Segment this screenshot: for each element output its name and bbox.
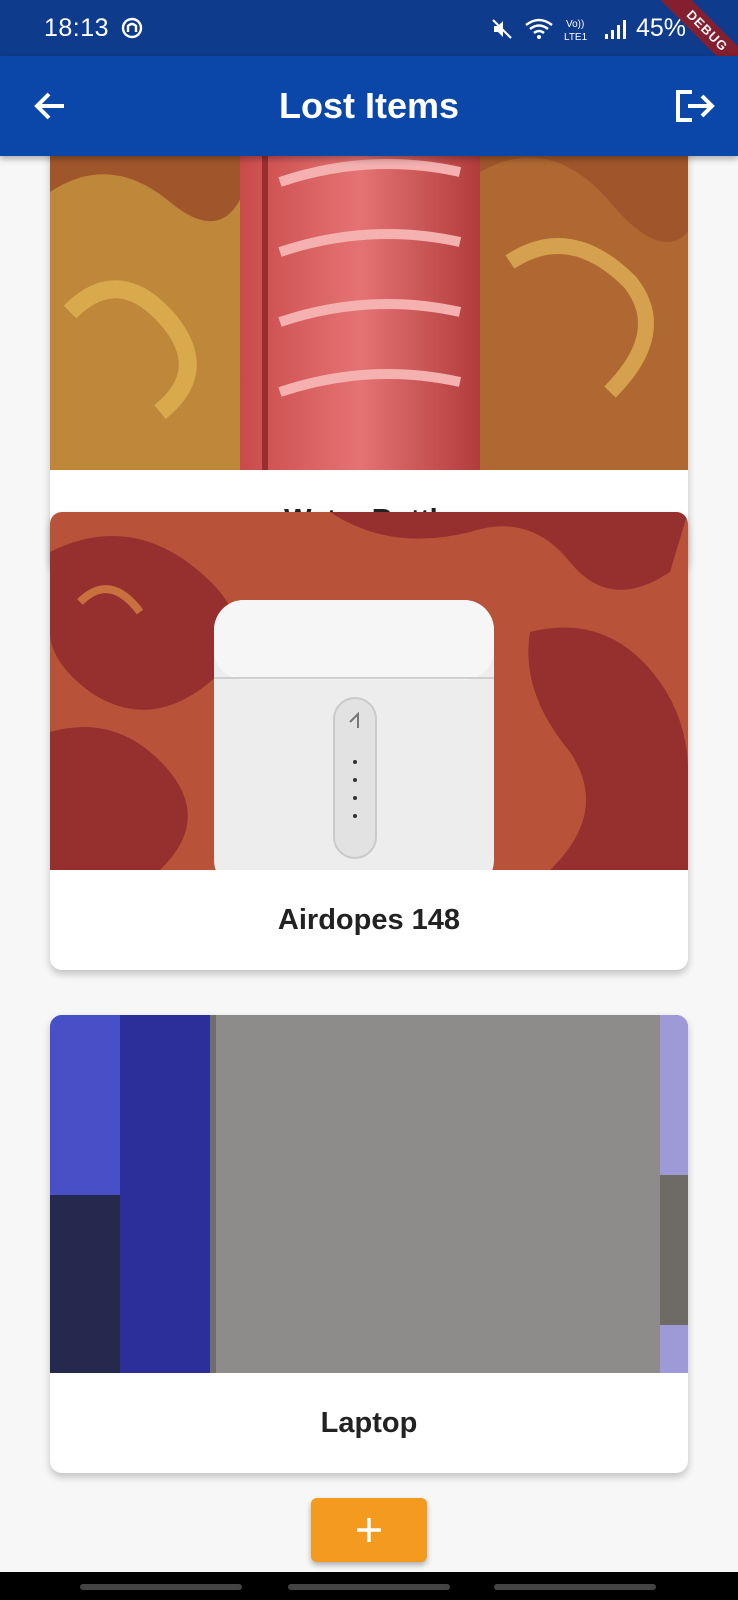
status-time: 18:13 [44,13,110,42]
svg-text:LTE1: LTE1 [564,32,588,42]
app-bar: Lost Items [0,56,738,156]
svg-text:Vo)): Vo)) [566,19,584,30]
status-bar: 18:13 Vo)) LTE1 45% DEBUG [0,0,738,92]
logout-button[interactable] [672,86,716,126]
item-card[interactable]: Laptop [50,1015,688,1473]
nav-recents-button[interactable] [80,1584,242,1590]
lost-items-list[interactable]: Water Bottle Airdopes 148 [0,156,738,1486]
item-image [50,1015,688,1373]
item-title: Laptop [320,1407,418,1439]
volte-icon: Vo)) LTE1 [564,19,588,42]
nav-home-button[interactable] [288,1584,450,1590]
status-icons: Vo)) LTE1 45% [490,14,686,43]
add-item-button[interactable] [311,1498,427,1562]
item-card[interactable]: Water Bottle [50,156,688,570]
item-image [50,156,688,470]
item-image [50,512,688,870]
item-title: Airdopes 148 [277,904,461,936]
wifi-icon [525,18,553,39]
signal-icon [604,19,626,39]
nav-back-button[interactable] [494,1584,656,1590]
plus-icon [357,1518,381,1542]
logout-icon [676,90,715,122]
system-navigation-bar [0,1572,738,1600]
page-title: Lost Items [278,85,460,126]
app-notification-icon [121,17,143,39]
item-card[interactable]: Airdopes 148 [50,512,688,970]
mute-icon [492,18,512,39]
